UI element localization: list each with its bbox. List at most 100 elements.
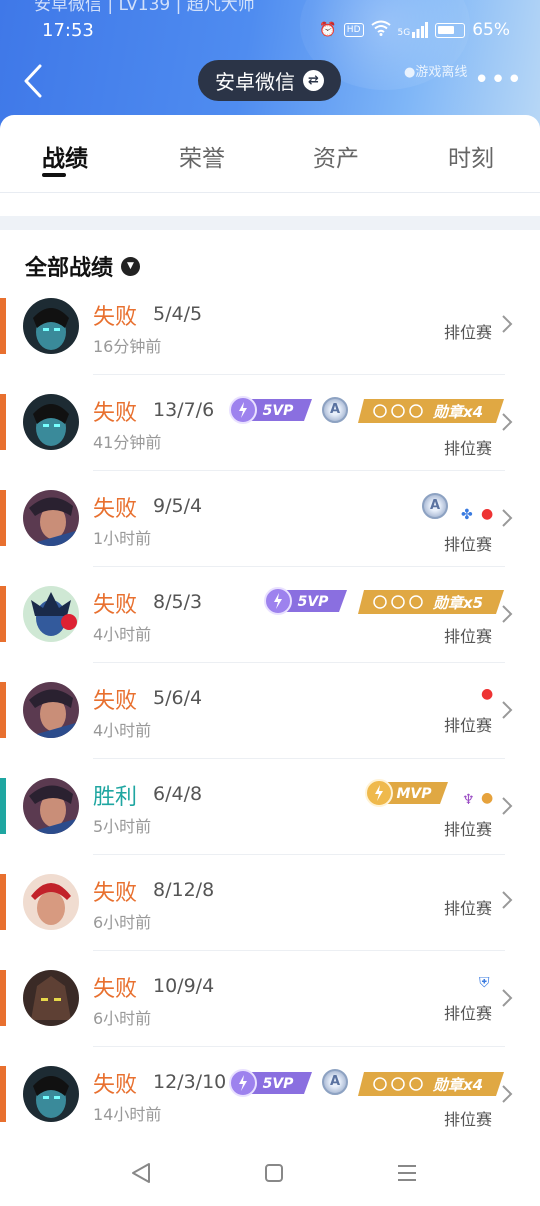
match-time: 6小时前 xyxy=(93,913,152,932)
result-bar xyxy=(0,298,6,354)
hero-avatar xyxy=(23,298,79,354)
match-row[interactable]: 失败 10/9/4 6小时前 ⛨ 排位赛 xyxy=(0,970,540,1066)
match-mode: 排位赛 xyxy=(443,627,492,646)
match-row[interactable]: 失败 9/5/4 1小时前 A ✤ ● 排位赛 xyxy=(0,490,540,586)
match-result: 失败 xyxy=(93,305,138,330)
match-mode: 排位赛 xyxy=(443,323,492,342)
match-mode: 排位赛 xyxy=(443,439,492,458)
match-result: 失败 xyxy=(93,401,138,426)
hero-avatar xyxy=(23,586,79,642)
match-time: 4小时前 xyxy=(93,625,152,644)
match-kda: 8/5/3 xyxy=(153,591,203,613)
match-kda: 9/5/4 xyxy=(153,495,203,517)
svp-text: 5VP xyxy=(263,403,295,419)
match-result: 失败 xyxy=(93,1073,138,1098)
chevron-right-icon xyxy=(502,509,513,527)
hero-avatar xyxy=(23,1066,79,1122)
chevron-right-icon xyxy=(502,891,513,909)
match-row[interactable]: 失败 8/12/8 6小时前 排位赛 xyxy=(0,874,540,970)
result-bar xyxy=(0,970,6,1026)
chevron-right-icon xyxy=(502,797,513,815)
blood-drop-icon: ● xyxy=(481,686,494,702)
player-info-text: 安卓微信 | LV139 | 超凡大师 xyxy=(34,0,255,15)
tab-moments[interactable]: 时刻 xyxy=(448,139,494,173)
nav-home-icon[interactable] xyxy=(259,1160,289,1186)
match-time: 5小时前 xyxy=(93,817,152,836)
svp-badge: 5VP xyxy=(228,1069,313,1097)
match-result: 失败 xyxy=(93,497,138,522)
chevron-right-icon xyxy=(502,315,513,333)
result-bar xyxy=(0,394,6,450)
match-row[interactable]: 失败 5/6/4 4小时前 ● 排位赛 xyxy=(0,682,540,778)
match-mode: 排位赛 xyxy=(443,1004,492,1023)
match-time: 4小时前 xyxy=(93,721,152,740)
account-switch-pill[interactable]: 安卓微信 ⇄ xyxy=(198,60,341,101)
section-gap xyxy=(0,216,540,230)
result-bar xyxy=(0,1066,6,1122)
match-kda: 5/6/4 xyxy=(153,687,203,709)
network-type: 5G xyxy=(397,28,411,38)
app-root: 安卓微信 | LV139 | 超凡大师 17:53 ⏰ HD 5G 65% 安卓… xyxy=(0,0,540,1206)
nav-back-icon[interactable] xyxy=(127,1160,157,1186)
match-time: 1小时前 xyxy=(93,529,152,548)
result-bar xyxy=(0,874,6,930)
medal-badge: 勋章x4 xyxy=(358,399,504,423)
chevron-right-icon xyxy=(502,605,513,623)
mvp-text: MVP xyxy=(396,786,432,802)
match-mode: 排位赛 xyxy=(443,716,492,735)
match-mode: 排位赛 xyxy=(443,1110,492,1129)
chevron-right-icon xyxy=(502,413,513,431)
switch-icon: ⇄ xyxy=(303,70,324,91)
mvp-badge: MVP xyxy=(364,779,449,807)
shield-icon: ⛨ xyxy=(479,975,490,991)
filter-dropdown[interactable]: 全部战绩 ▼ xyxy=(25,250,141,282)
battery-icon xyxy=(435,22,466,38)
hero-avatar xyxy=(23,682,79,738)
wifi-icon xyxy=(370,20,391,40)
skill-icon: ♆ xyxy=(462,792,475,808)
tab-record[interactable]: 战绩 xyxy=(42,139,88,173)
medal-badge: 勋章x5 xyxy=(358,590,504,614)
skill-icon: ✤ xyxy=(461,507,473,523)
chevron-down-icon: ▼ xyxy=(121,256,141,276)
match-mode: 排位赛 xyxy=(443,820,492,839)
match-row[interactable]: 失败 13/7/6 41分钟前 5VP A 勋章x4 排位赛 xyxy=(0,394,540,490)
medal-text: 勋章x5 xyxy=(432,594,483,612)
svp-badge: 5VP xyxy=(263,587,348,615)
svp-text: 5VP xyxy=(298,594,330,610)
nav-menu-icon[interactable] xyxy=(392,1160,422,1186)
tab-bar: 战绩 荣誉 资产 时刻 xyxy=(0,115,540,193)
match-kda: 8/12/8 xyxy=(153,879,215,901)
match-kda: 10/9/4 xyxy=(153,975,215,997)
match-kda: 6/4/8 xyxy=(153,783,203,805)
row-divider xyxy=(93,470,505,471)
tab-honor[interactable]: 荣誉 xyxy=(179,139,225,173)
svp-badge: 5VP xyxy=(228,396,313,424)
tab-assets[interactable]: 资产 xyxy=(313,139,359,173)
match-row[interactable]: 失败 5/4/5 16分钟前 排位赛 xyxy=(0,298,540,394)
hero-avatar xyxy=(23,778,79,834)
match-result: 胜利 xyxy=(93,785,138,810)
rank-a-badge: A xyxy=(322,1069,348,1095)
hero-avatar xyxy=(23,874,79,930)
rank-a-badge: A xyxy=(422,493,448,519)
match-time: 14小时前 xyxy=(93,1105,162,1124)
match-row[interactable]: 胜利 6/4/8 5小时前 MVP ♆ ● 排位赛 xyxy=(0,778,540,874)
match-kda: 12/3/10 xyxy=(153,1071,227,1093)
status-icons: ⏰ HD 5G 65% xyxy=(319,20,510,40)
hero-avatar xyxy=(23,490,79,546)
blood-drop-icon: ● xyxy=(481,506,494,522)
match-mode: 排位赛 xyxy=(443,535,492,554)
match-kda: 5/4/5 xyxy=(153,303,203,325)
medal-badge: 勋章x4 xyxy=(358,1072,504,1096)
row-divider xyxy=(93,566,505,567)
hero-avatar xyxy=(23,394,79,450)
back-icon[interactable] xyxy=(22,64,46,98)
row-divider xyxy=(93,1046,505,1047)
match-result: 失败 xyxy=(93,689,138,714)
more-icon[interactable]: ••• xyxy=(474,67,523,93)
chevron-right-icon xyxy=(502,701,513,719)
hero-avatar xyxy=(23,970,79,1026)
match-row[interactable]: 失败 8/5/3 4小时前 5VP 勋章x5 排位赛 xyxy=(0,586,540,682)
result-bar xyxy=(0,778,6,834)
